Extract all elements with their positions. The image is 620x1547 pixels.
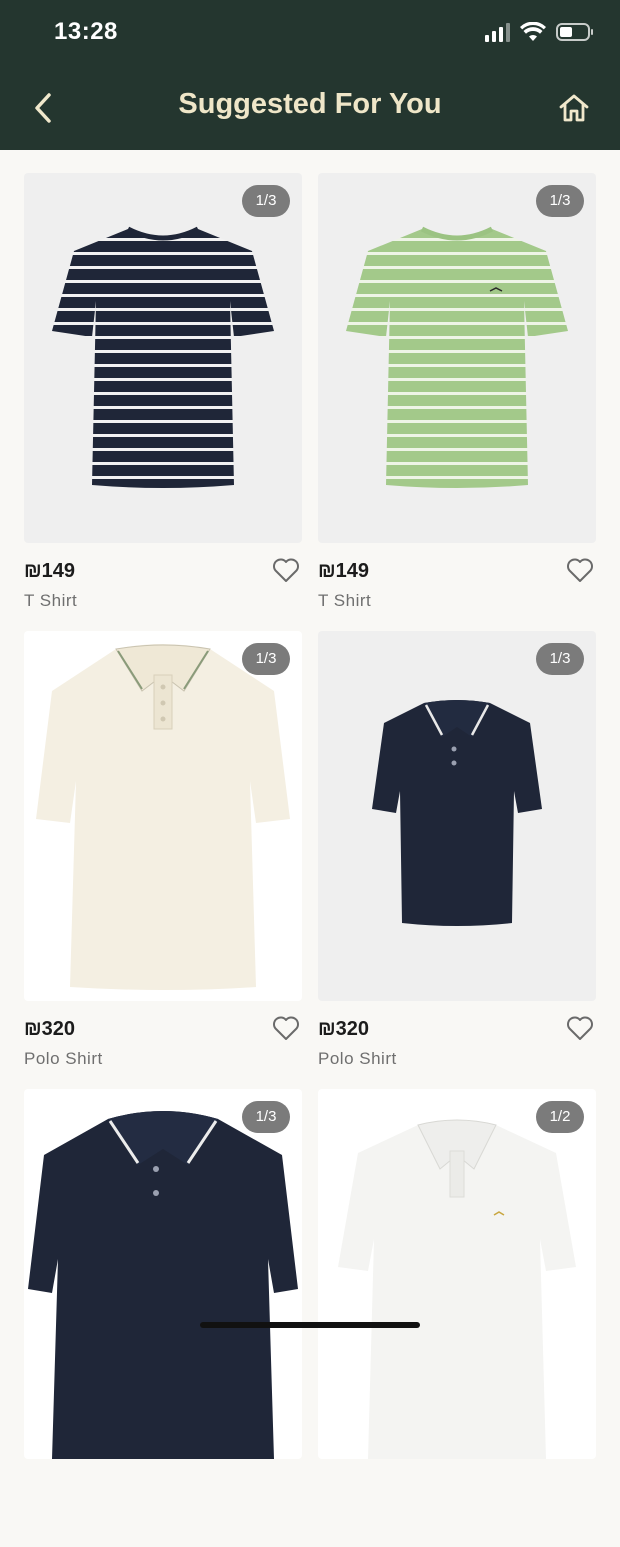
battery-icon [556,23,593,41]
product-name: Polo Shirt [318,1049,397,1068]
page-title: Suggested For You [178,88,442,120]
status-time: 13:28 [54,18,118,45]
image-count-badge: 1/3 [536,185,584,217]
product-card[interactable]: 1/3 ₪320 Polo Shirt [24,631,302,1089]
heart-icon[interactable] [566,1015,594,1041]
polo-shirt-image [36,644,290,990]
product-name: Polo Shirt [24,1049,103,1068]
product-card[interactable]: 1/3 ₪149 T Shirt [24,173,302,631]
product-card[interactable]: 1/2 [318,1089,596,1547]
product-price: ₪149 [24,560,76,582]
product-card[interactable]: 1/3 ₪320 Polo Shirt [318,631,596,1089]
heart-icon[interactable] [272,1015,300,1041]
image-count-badge: 1/2 [536,1101,584,1133]
product-name: T Shirt [318,591,372,610]
product-image[interactable]: 1/3 [24,173,302,543]
product-image[interactable]: 1/3 [24,1089,302,1459]
image-count-badge: 1/3 [242,1101,290,1133]
product-card[interactable]: 1/3 ₪149 T Shirt [318,173,596,631]
heart-icon[interactable] [272,557,300,583]
heart-icon[interactable] [566,557,594,583]
home-icon[interactable] [558,92,590,124]
product-price: ₪320 [318,1018,370,1040]
product-image[interactable]: 1/3 [24,631,302,1001]
signal-icon [485,22,510,42]
product-price: ₪149 [318,560,370,582]
home-indicator [200,1322,420,1328]
striped-tshirt-image [346,226,568,488]
product-price: ₪320 [24,1018,76,1040]
status-icons [485,22,593,42]
product-image[interactable]: 1/3 [318,173,596,543]
product-image[interactable]: 1/2 [318,1089,596,1459]
image-count-badge: 1/3 [242,643,290,675]
image-count-badge: 1/3 [536,643,584,675]
product-image[interactable]: 1/3 [318,631,596,1001]
app-header: 13:28 Suggested For You [0,0,620,150]
polo-shirt-image [372,700,542,926]
product-grid: 1/3 ₪149 T Shirt 1/3 ₪149 T Shirt 1/3 ₪3… [24,173,596,1547]
product-card[interactable]: 1/3 [24,1089,302,1547]
wifi-icon [520,22,546,41]
product-name: T Shirt [24,591,78,610]
image-count-badge: 1/3 [242,185,290,217]
polo-shirt-image [28,1111,298,1459]
striped-tshirt-image [52,226,274,488]
polo-shirt-image [338,1119,576,1459]
